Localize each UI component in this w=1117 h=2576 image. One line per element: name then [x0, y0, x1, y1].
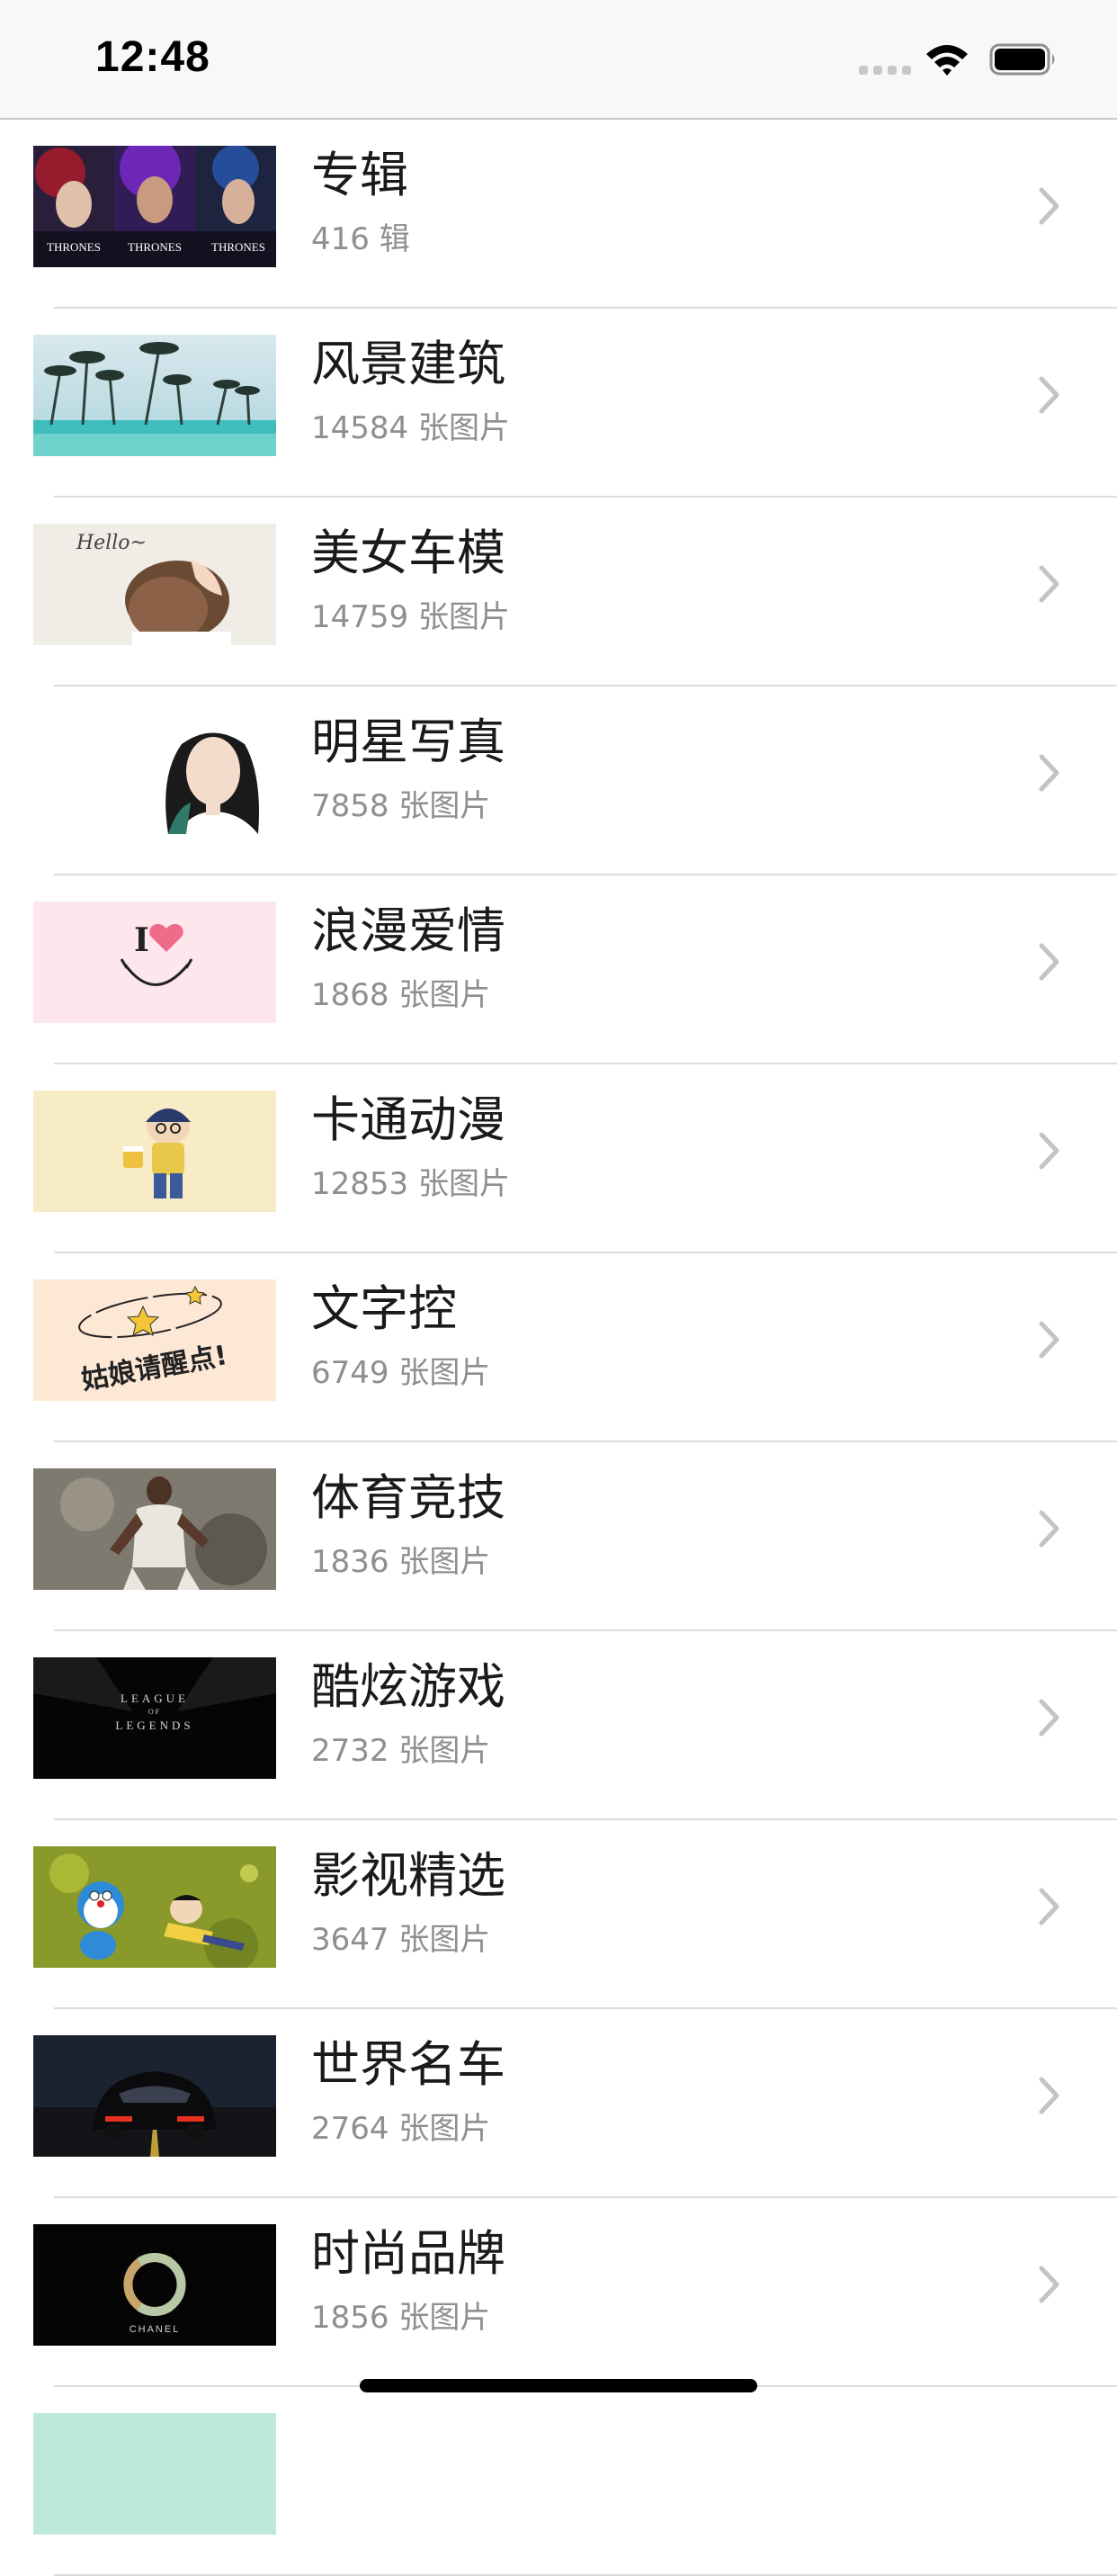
list-item[interactable]: 影视精选 3647 张图片: [0, 1820, 1117, 2009]
chevron-right-icon: [1039, 754, 1059, 792]
league-of-legends-thumbnail: LEAGUE OF LEGENDS: [33, 1657, 276, 1779]
item-title: 体育竞技: [311, 1469, 505, 1526]
chevron-right-icon: [1039, 943, 1059, 981]
lol-line1: LEAGUE: [121, 1692, 189, 1705]
list-item[interactable]: 卡通动漫 12853 张图片: [0, 1064, 1117, 1253]
got-text-2: THRONES: [128, 240, 182, 254]
chevron-right-icon: [1039, 565, 1059, 603]
item-count: 6749 张图片: [311, 1355, 491, 1391]
item-title: 时尚品牌: [311, 2225, 505, 2282]
doraemon-thumbnail: [33, 1846, 276, 1968]
item-count: 1836 张图片: [311, 1544, 491, 1580]
chanel-logo-thumbnail: CHANEL: [33, 2224, 276, 2346]
list-item[interactable]: [0, 2387, 1117, 2576]
next-item-thumbnail: [33, 2413, 276, 2535]
list-item[interactable]: I 浪漫爱情 1868 张图片: [0, 875, 1117, 1064]
wifi-icon: [925, 41, 970, 77]
item-count: 1856 张图片: [311, 2300, 491, 2336]
game-of-thrones-thumbnail: THRONES THRONES THRONES: [33, 146, 276, 267]
i-letter: I: [134, 921, 149, 959]
item-title: 文字控: [311, 1280, 457, 1337]
i-love-smile-thumbnail: I: [33, 902, 276, 1023]
item-count: 3647 张图片: [311, 1922, 491, 1958]
celebrity-portrait-thumbnail: [33, 713, 276, 834]
item-count: 416 辑: [311, 221, 410, 257]
chevron-right-icon: [1039, 1699, 1059, 1737]
home-indicator[interactable]: [360, 2379, 757, 2392]
handwriting-text-thumbnail: 姑娘请醒点!: [33, 1279, 276, 1401]
chevron-right-icon: [1039, 1132, 1059, 1170]
list-item[interactable]: 明星写真 7858 张图片: [0, 687, 1117, 875]
item-title: 美女车模: [311, 525, 505, 581]
cellular-signal-icon: [859, 66, 911, 76]
list-item[interactable]: LEAGUE OF LEGENDS 酷炫游戏 2732 张图片: [0, 1631, 1117, 1820]
status-time: 12:48: [95, 33, 210, 81]
item-title: 卡通动漫: [311, 1091, 505, 1148]
lol-line3: LEGENDS: [115, 1719, 193, 1732]
item-title: 世界名车: [311, 2036, 505, 2093]
status-bar: 12:48: [0, 0, 1117, 119]
item-count: 14759 张图片: [311, 599, 510, 635]
list-item[interactable]: CHANEL 时尚品牌 1856 张图片: [0, 2198, 1117, 2387]
item-title: 明星写真: [311, 714, 505, 770]
hello-girl-thumbnail: Hello~: [33, 524, 276, 645]
palm-beach-thumbnail: [33, 335, 276, 456]
item-count: 7858 张图片: [311, 788, 491, 824]
list-item[interactable]: 姑娘请醒点! 文字控 6749 张图片: [0, 1253, 1117, 1442]
chevron-right-icon: [1039, 2266, 1059, 2303]
list-item[interactable]: Hello~ 美女车模 14759 张图片: [0, 498, 1117, 687]
cartoon-boy-thumbnail: [33, 1091, 276, 1212]
category-list: THRONES THRONES THRONES 专辑 416 辑 风景建筑 14…: [0, 120, 1117, 2576]
item-title: 专辑: [311, 147, 408, 203]
item-count: 1868 张图片: [311, 977, 491, 1013]
list-item[interactable]: 体育竞技 1836 张图片: [0, 1442, 1117, 1631]
item-count: 14584 张图片: [311, 410, 510, 446]
chevron-right-icon: [1039, 1321, 1059, 1359]
hello-text: Hello~: [76, 532, 147, 554]
supercar-thumbnail: [33, 2035, 276, 2157]
item-title: 浪漫爱情: [311, 902, 505, 959]
got-text-1: THRONES: [47, 240, 101, 254]
list-item[interactable]: 世界名车 2764 张图片: [0, 2009, 1117, 2198]
got-text-3: THRONES: [211, 240, 265, 254]
chevron-right-icon: [1039, 1888, 1059, 1925]
chevron-right-icon: [1039, 376, 1059, 414]
chevron-right-icon: [1039, 2077, 1059, 2114]
list-item[interactable]: 风景建筑 14584 张图片: [0, 309, 1117, 498]
battery-icon: [989, 43, 1058, 76]
item-count: 2732 张图片: [311, 1733, 491, 1769]
item-count: 2764 张图片: [311, 2111, 491, 2147]
item-count: 12853 张图片: [311, 1166, 510, 1202]
basketball-player-thumbnail: [33, 1468, 276, 1590]
list-item[interactable]: THRONES THRONES THRONES 专辑 416 辑: [0, 120, 1117, 309]
item-title: 风景建筑: [311, 336, 505, 392]
chevron-right-icon: [1039, 1510, 1059, 1548]
item-title: 酷炫游戏: [311, 1658, 505, 1715]
chanel-text: CHANEL: [130, 2324, 181, 2335]
chevron-right-icon: [1039, 187, 1059, 225]
item-title: 影视精选: [311, 1847, 505, 1904]
lol-line2: OF: [148, 1708, 161, 1716]
